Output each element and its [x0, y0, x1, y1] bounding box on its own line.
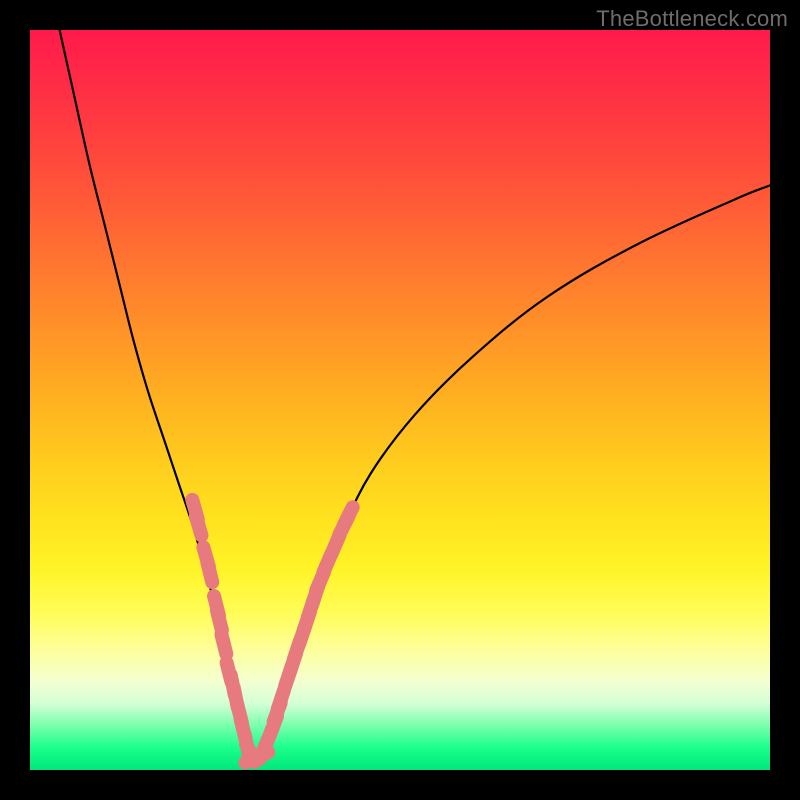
data-marker — [278, 690, 284, 709]
data-marker — [196, 516, 202, 535]
data-marker — [344, 507, 353, 525]
watermark-text: TheBottleneck.com — [596, 6, 788, 32]
data-marker — [221, 635, 226, 654]
data-marker — [217, 611, 222, 630]
data-marker — [207, 563, 212, 582]
chart-stage: TheBottleneck.com — [0, 0, 800, 800]
marker-layer — [30, 30, 770, 770]
plot-area — [30, 30, 770, 770]
